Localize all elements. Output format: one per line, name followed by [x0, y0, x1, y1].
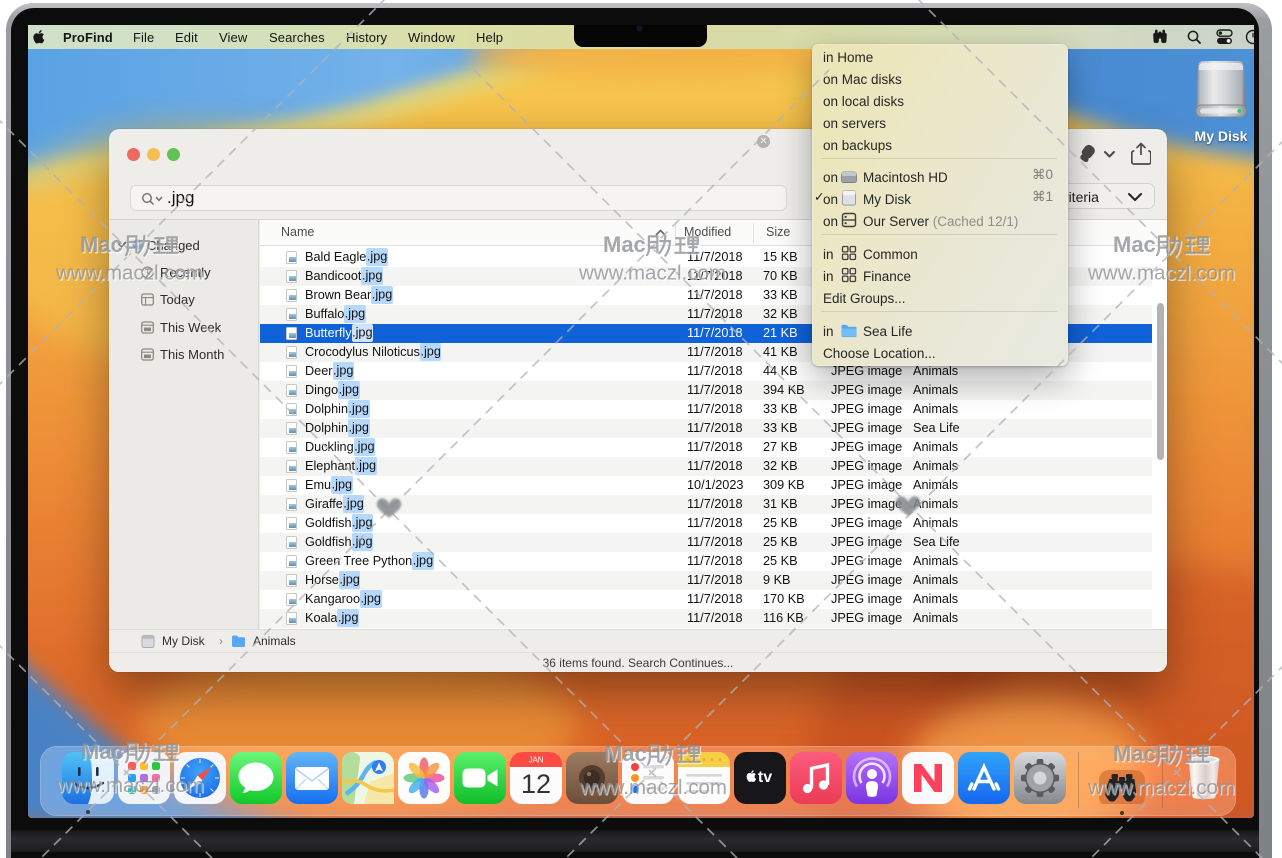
svg-text:tv: tv: [758, 769, 772, 786]
svg-text:12: 12: [521, 769, 551, 799]
svg-text:JAN: JAN: [528, 756, 543, 765]
